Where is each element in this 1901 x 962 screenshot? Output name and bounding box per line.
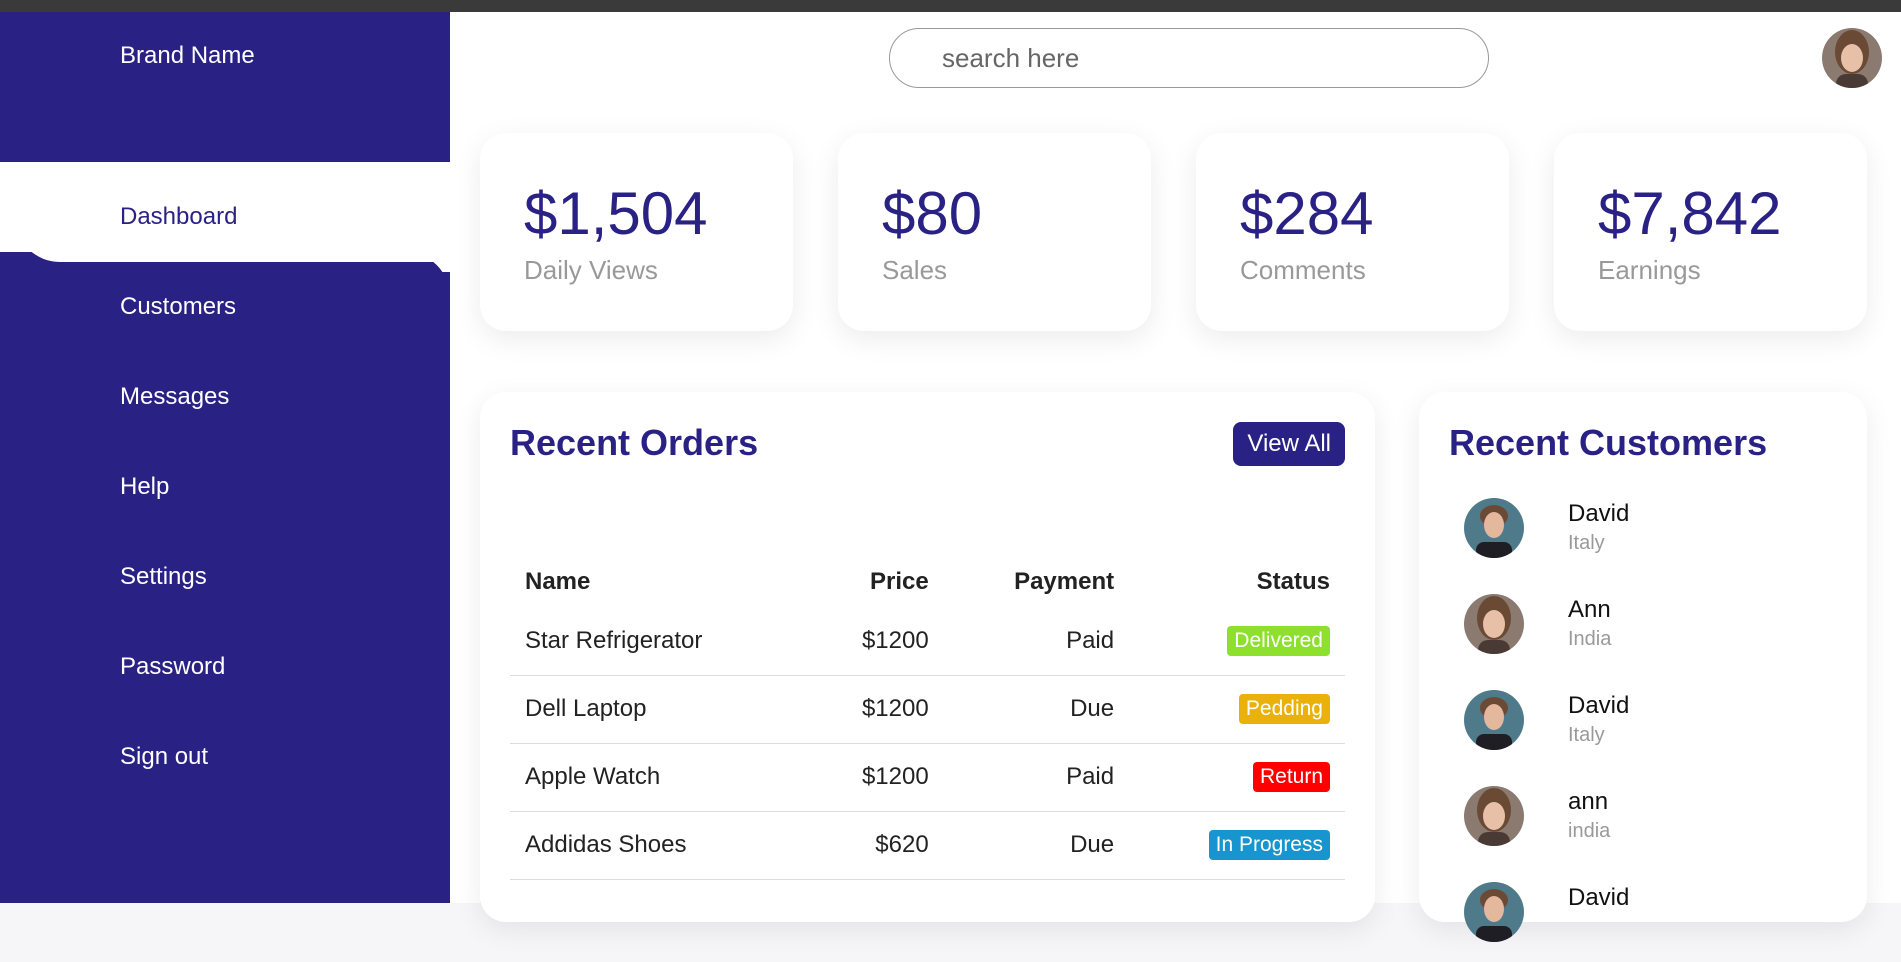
customer-item[interactable]: ann india (1464, 786, 1844, 866)
stat-card-sales[interactable]: $80 Sales (838, 133, 1151, 331)
sidebar-item-sign-out[interactable]: Sign out (15, 712, 450, 802)
sidebar-item-label: Dashboard (120, 203, 238, 230)
stat-number: $284 (1240, 180, 1374, 247)
stat-card-comments[interactable]: $284 Comments (1196, 133, 1509, 331)
order-price: $1200 (805, 607, 944, 676)
stat-card-daily-views[interactable]: $1,504 Daily Views (480, 133, 793, 331)
sidebar-item-messages[interactable]: Messages (15, 352, 450, 442)
column-header-payment: Payment (1014, 568, 1115, 595)
sidebar-item-settings[interactable]: Settings (15, 532, 450, 622)
customer-country: India (1568, 628, 1612, 650)
order-status-cell: Pedding (1129, 675, 1345, 744)
customer-avatar (1464, 786, 1524, 846)
brand-name[interactable]: Brand Name (120, 42, 255, 70)
avatar-male-image (1464, 498, 1524, 558)
column-header-price: Price (869, 568, 929, 595)
sidebar-item-label: Customers (120, 293, 237, 320)
avatar-female-image (1464, 786, 1524, 846)
customer-item[interactable]: David Italy (1464, 690, 1844, 770)
recent-orders-panel: Recent Orders View All Name Price Paymen… (480, 392, 1375, 922)
order-status-cell: Delivered (1129, 607, 1345, 676)
sidebar-item-password[interactable]: Password (15, 622, 450, 712)
sidebar-item-label: Sign out (120, 743, 209, 770)
customer-item[interactable]: David (1464, 882, 1844, 962)
table-row[interactable]: Star Refrigerator $1200 Paid Delivered (510, 607, 1345, 676)
sidebar-item-label: Password (120, 653, 226, 680)
user-avatar[interactable] (1822, 28, 1882, 88)
stat-label: Sales (882, 255, 948, 285)
customer-avatar (1464, 690, 1524, 750)
order-status-cell: In Progress (1129, 811, 1345, 880)
avatar-female-image (1464, 594, 1524, 654)
order-payment: Due (943, 811, 1130, 880)
order-price: $620 (805, 811, 944, 880)
sidebar-top-block (0, 12, 450, 162)
customer-name: ann (1568, 788, 1609, 815)
sidebar-item-dashboard[interactable]: Dashboard (15, 172, 450, 262)
order-status-cell: Return (1129, 743, 1345, 812)
sidebar-item-customers[interactable]: Customers (15, 262, 450, 352)
status-badge: Return (1252, 762, 1330, 792)
order-payment: Paid (943, 743, 1130, 812)
customer-avatar (1464, 882, 1524, 942)
column-header-status: Status (1256, 568, 1330, 595)
status-badge: In Progress (1208, 830, 1330, 860)
customer-name: David (1568, 692, 1630, 719)
avatar-male-image (1464, 690, 1524, 750)
table-row[interactable]: Dell Laptop $1200 Due Pedding (510, 675, 1345, 744)
customer-country: india (1568, 820, 1611, 842)
customer-avatar (1464, 498, 1524, 558)
sidebar-item-label: Help (120, 473, 170, 500)
stat-card-earnings[interactable]: $7,842 Earnings (1554, 133, 1867, 331)
order-name: Dell Laptop (510, 675, 806, 744)
recent-customers-title: Recent Customers (1449, 422, 1768, 463)
stat-label: Earnings (1598, 255, 1701, 285)
sidebar-item-label: Settings (120, 563, 207, 590)
customer-name: David (1568, 500, 1630, 527)
order-price: $1200 (805, 743, 944, 812)
orders-table: Name Price Payment Status Star Refrigera… (510, 557, 1345, 880)
window-top-strip (0, 0, 1901, 12)
avatar-female-image (1822, 28, 1882, 88)
order-name: Apple Watch (510, 743, 806, 812)
sidebar: Brand Name Dashboard Customers Messages … (0, 12, 450, 903)
customer-name: David (1568, 884, 1630, 911)
table-row[interactable]: Addidas Shoes $620 Due In Progress (510, 811, 1345, 880)
stat-label: Daily Views (524, 255, 658, 285)
avatar-male-image (1464, 882, 1524, 942)
customer-name: Ann (1568, 596, 1611, 623)
stat-number: $7,842 (1598, 180, 1782, 247)
table-row[interactable]: Apple Watch $1200 Paid Return (510, 743, 1345, 812)
table-header-row: Name Price Payment Status (510, 557, 1345, 607)
column-header-name: Name (525, 568, 591, 595)
app-frame: Brand Name Dashboard Customers Messages … (0, 12, 1901, 942)
customer-item[interactable]: Ann India (1464, 594, 1844, 674)
stat-label: Comments (1240, 255, 1366, 285)
order-payment: Due (943, 675, 1130, 744)
view-all-button[interactable]: View All (1233, 422, 1345, 466)
customer-country: Italy (1568, 724, 1605, 746)
search-input[interactable] (942, 42, 1442, 74)
order-price: $1200 (805, 675, 944, 744)
status-badge: Delivered (1227, 625, 1330, 656)
customer-country: Italy (1568, 532, 1605, 554)
stat-number: $80 (882, 180, 983, 247)
stat-number: $1,504 (524, 180, 708, 247)
order-name: Star Refrigerator (510, 607, 806, 676)
order-payment: Paid (943, 607, 1130, 676)
sidebar-item-help[interactable]: Help (15, 442, 450, 532)
customer-avatar (1464, 594, 1524, 654)
recent-orders-title: Recent Orders (510, 422, 759, 463)
recent-customers-panel: Recent Customers David Italy Ann India D… (1419, 392, 1867, 942)
customer-item[interactable]: David Italy (1464, 498, 1844, 578)
sidebar-item-label: Messages (120, 383, 230, 410)
search-box[interactable] (889, 28, 1489, 88)
order-name: Addidas Shoes (510, 811, 806, 880)
status-badge: Pedding (1238, 694, 1330, 724)
